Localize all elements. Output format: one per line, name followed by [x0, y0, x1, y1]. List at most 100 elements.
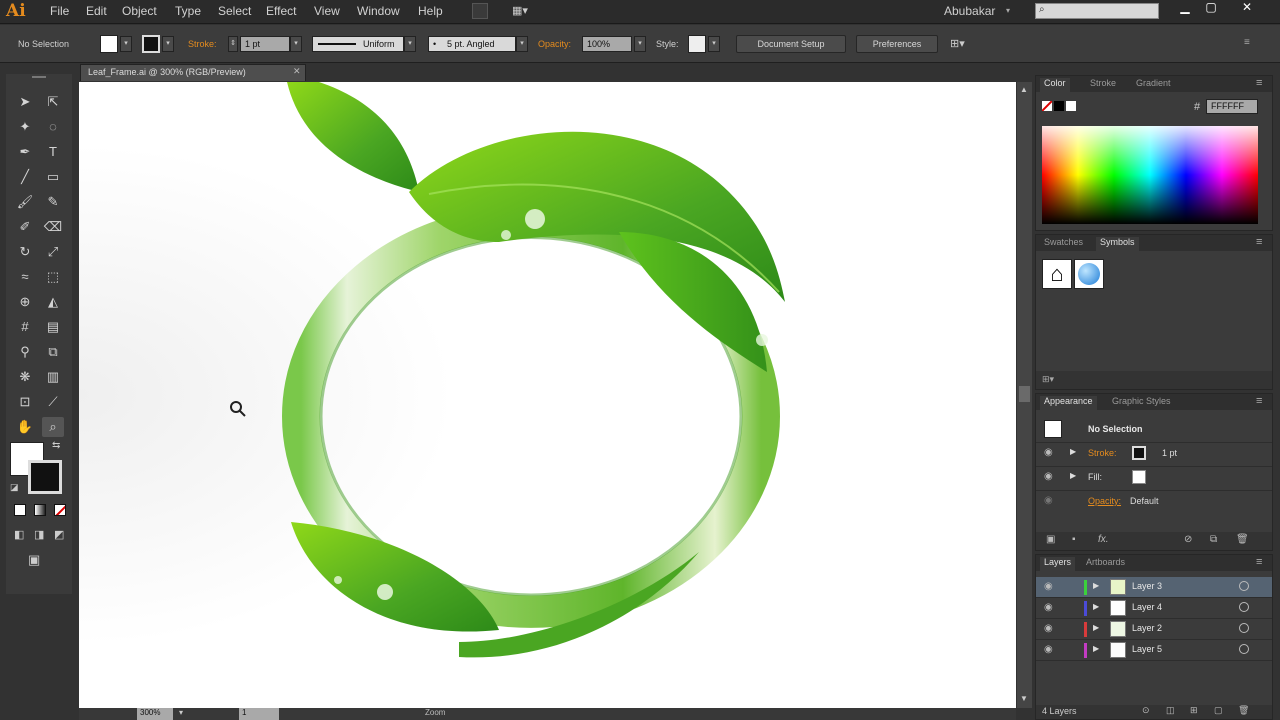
tab-stroke[interactable]: Stroke	[1086, 78, 1120, 88]
free-transform-tool-icon[interactable]: ⬚	[42, 267, 64, 287]
arrange-documents-icon[interactable]: ⊞▾	[950, 37, 965, 50]
column-graph-tool-icon[interactable]: ▥	[42, 367, 64, 387]
hex-input[interactable]: FFFFFF	[1206, 99, 1258, 114]
stroke-weight-stepper[interactable]: ⇕	[228, 36, 238, 52]
none-mode-icon[interactable]	[54, 504, 66, 516]
document-setup-button[interactable]: Document Setup	[736, 35, 846, 53]
variable-width-profile[interactable]: Uniform	[312, 36, 404, 52]
scroll-up-icon[interactable]: ▲	[1020, 85, 1028, 94]
add-effect-icon[interactable]: fx.	[1098, 534, 1109, 545]
workspace-switcher-icon[interactable]: ▦▾	[512, 4, 534, 18]
layer-name[interactable]: Layer 2	[1132, 623, 1162, 633]
locate-object-icon[interactable]: ⊙	[1142, 705, 1150, 716]
menu-select[interactable]: Select	[218, 4, 251, 18]
none-color-icon[interactable]	[1042, 101, 1052, 111]
tab-layers[interactable]: Layers	[1040, 557, 1076, 571]
stroke-swatch[interactable]	[142, 35, 160, 53]
slice-tool-icon[interactable]: ⟋	[42, 392, 64, 412]
visibility-eye-icon[interactable]: ◉	[1044, 644, 1053, 655]
add-fill-icon[interactable]: ▪	[1072, 534, 1076, 545]
zoom-dropdown[interactable]: ▾	[179, 708, 183, 717]
document-tab[interactable]: Leaf_Frame.ai @ 300% (RGB/Preview) ✕	[80, 64, 306, 81]
user-name[interactable]: Abubakar	[944, 4, 995, 18]
graphic-style-swatch[interactable]	[688, 35, 706, 53]
delete-layer-icon[interactable]: 🗑	[1238, 705, 1249, 716]
layer-row[interactable]: ◉ ▶ Layer 4	[1036, 598, 1272, 619]
layer-row[interactable]: ◉ ▶ Layer 5	[1036, 640, 1272, 661]
menu-object[interactable]: Object	[122, 4, 157, 18]
duplicate-item-icon[interactable]: ⧉	[1210, 534, 1217, 545]
visibility-eye-icon[interactable]: ◉	[1044, 623, 1053, 634]
clipping-mask-icon[interactable]: ◫	[1166, 705, 1175, 716]
layer-row[interactable]: ◉ ▶ Layer 3	[1036, 577, 1272, 598]
expand-triangle-icon[interactable]: ▶	[1093, 644, 1099, 653]
opacity-dropdown[interactable]: ▾	[634, 36, 646, 52]
layer-row[interactable]: ◉ ▶ Layer 2	[1036, 619, 1272, 640]
expand-triangle-icon[interactable]: ▶	[1093, 623, 1099, 632]
search-input[interactable]: ⌕	[1035, 3, 1159, 19]
draw-normal-icon[interactable]: ◧	[14, 528, 24, 541]
stroke-weight-dropdown[interactable]: ▾	[290, 36, 302, 52]
blend-tool-icon[interactable]: ⧉	[42, 342, 64, 362]
opacity-field[interactable]: 100%	[582, 36, 632, 52]
pen-tool-icon[interactable]: ✒	[14, 142, 36, 162]
tab-color[interactable]: Color	[1040, 78, 1070, 92]
appearance-opacity-row[interactable]: ◉ Opacity: Default	[1036, 490, 1272, 512]
stroke-color-box[interactable]	[28, 460, 62, 494]
stroke-dropdown[interactable]: ▾	[162, 36, 174, 52]
menu-view[interactable]: View	[314, 4, 340, 18]
target-circle-icon[interactable]	[1239, 602, 1249, 612]
symbol-library-icon[interactable]: ⊞▾	[1042, 374, 1054, 385]
rotate-tool-icon[interactable]: ↻	[14, 242, 36, 262]
layer-name[interactable]: Layer 5	[1132, 644, 1162, 654]
scroll-thumb[interactable]	[1019, 386, 1030, 402]
eyedropper-tool-icon[interactable]: ⚲	[14, 342, 36, 362]
screen-mode-icon[interactable]: ▣	[28, 552, 40, 568]
new-layer-icon[interactable]: ▢	[1214, 705, 1223, 716]
opacity-label[interactable]: Opacity:	[1088, 496, 1121, 506]
delete-item-icon[interactable]: 🗑	[1236, 534, 1249, 545]
tab-artboards[interactable]: Artboards	[1082, 557, 1129, 567]
stroke-weight-value[interactable]: 1 pt	[1162, 448, 1177, 458]
menu-file[interactable]: File	[50, 4, 69, 18]
artboard-number-field[interactable]: 1	[239, 708, 279, 720]
appearance-fill-row[interactable]: ◉ ▶ Fill:	[1036, 466, 1272, 488]
color-mode-icon[interactable]	[14, 504, 26, 516]
type-tool-icon[interactable]: T	[42, 142, 64, 162]
visibility-eye-icon[interactable]: ◉	[1044, 447, 1053, 458]
stroke-label[interactable]: Stroke:	[188, 39, 217, 49]
home-symbol-icon[interactable]: ⌂	[1042, 259, 1072, 289]
visibility-eye-icon[interactable]: ◉	[1044, 602, 1053, 613]
expand-triangle-icon[interactable]: ▶	[1070, 471, 1076, 480]
panel-menu-icon[interactable]: ≡	[1244, 37, 1250, 48]
line-tool-icon[interactable]: ╱	[14, 167, 36, 187]
expand-triangle-icon[interactable]: ▶	[1093, 581, 1099, 590]
stroke-weight-field[interactable]: 1 pt	[240, 36, 290, 52]
appearance-stroke-row[interactable]: ◉ ▶ Stroke: 1 pt	[1036, 442, 1272, 464]
tab-symbols[interactable]: Symbols	[1096, 237, 1139, 251]
panel-menu-icon[interactable]: ≡	[1256, 556, 1262, 568]
black-color-icon[interactable]	[1054, 101, 1064, 111]
scroll-down-icon[interactable]: ▼	[1020, 694, 1028, 703]
paintbrush-tool-icon[interactable]: 🖌	[14, 192, 36, 212]
fill-swatch[interactable]	[100, 35, 118, 53]
selection-tool-icon[interactable]: ➤	[14, 92, 36, 112]
menu-type[interactable]: Type	[175, 4, 201, 18]
draw-inside-icon[interactable]: ◩	[54, 528, 64, 541]
profile-dropdown[interactable]: ▾	[404, 36, 416, 52]
preferences-button[interactable]: Preferences	[856, 35, 938, 53]
panel-menu-icon[interactable]: ≡	[1256, 395, 1262, 407]
perspective-grid-tool-icon[interactable]: ◭	[42, 292, 64, 312]
shape-builder-tool-icon[interactable]: ⊕	[14, 292, 36, 312]
chevron-down-icon[interactable]: ▾	[1006, 6, 1010, 15]
layer-name[interactable]: Layer 4	[1132, 602, 1162, 612]
visibility-eye-icon[interactable]: ◉	[1044, 581, 1053, 592]
tab-appearance[interactable]: Appearance	[1040, 396, 1097, 410]
close-button[interactable]: ✕	[1234, 0, 1260, 14]
menu-effect[interactable]: Effect	[266, 4, 296, 18]
tab-graphic-styles[interactable]: Graphic Styles	[1108, 396, 1175, 406]
zoom-tool-icon[interactable]: ⌕	[42, 417, 64, 437]
leaf-frame-artwork[interactable]	[79, 82, 1016, 708]
restore-button[interactable]: ▢	[1198, 0, 1224, 14]
warp-tool-icon[interactable]: ≈	[14, 267, 36, 287]
